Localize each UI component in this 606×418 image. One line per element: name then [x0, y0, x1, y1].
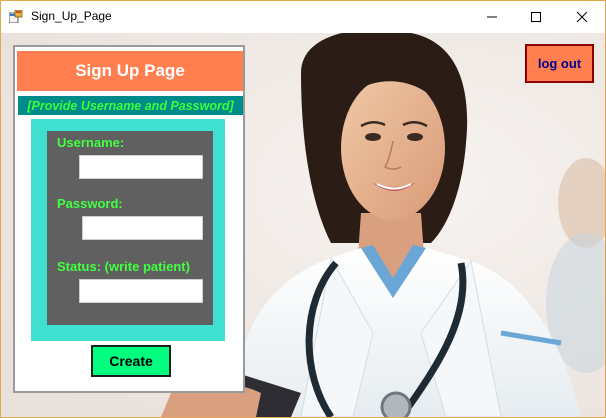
status-label: Status: (write patient) — [57, 259, 190, 274]
client-area: Sign Up Page [Provide Username and Passw… — [1, 33, 605, 417]
form-frame: Username: Password: Status: (write patie… — [31, 119, 225, 341]
password-label: Password: — [57, 196, 123, 211]
password-field[interactable] — [82, 216, 203, 240]
create-button[interactable]: Create — [91, 345, 171, 377]
close-icon — [576, 11, 588, 23]
status-field[interactable] — [79, 279, 203, 303]
username-label: Username: — [57, 135, 125, 150]
instruction-text: [Provide Username and Password] — [18, 96, 243, 115]
minimize-button[interactable] — [469, 1, 515, 33]
form-box: Username: Password: Status: (write patie… — [47, 131, 213, 325]
window-title: Sign_Up_Page — [31, 9, 112, 23]
page-title: Sign Up Page — [17, 51, 243, 91]
maximize-button[interactable] — [513, 1, 559, 33]
title-bar[interactable]: Sign_Up_Page — [1, 1, 605, 33]
minimize-icon — [487, 16, 497, 18]
close-button[interactable] — [559, 1, 605, 33]
logout-button[interactable]: log out — [525, 44, 594, 83]
maximize-icon — [531, 12, 541, 22]
sign-up-panel: Sign Up Page [Provide Username and Passw… — [13, 45, 245, 393]
app-icon — [9, 10, 23, 23]
app-window: Sign_Up_Page Sign Up Page [Provide Usern… — [0, 0, 606, 418]
username-field[interactable] — [79, 155, 203, 179]
